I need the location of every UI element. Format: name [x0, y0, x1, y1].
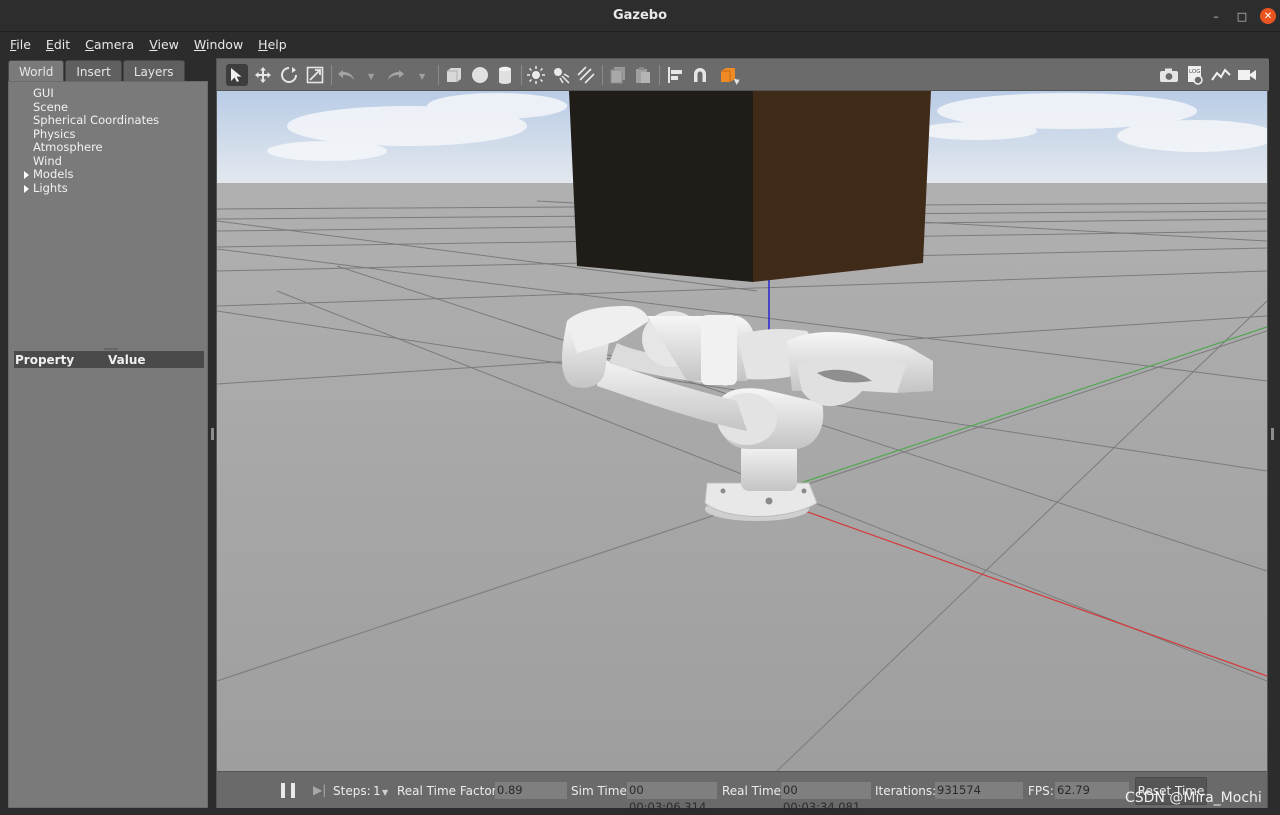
- left-tabs: World Insert Layers: [8, 60, 186, 82]
- plot-icon[interactable]: [1210, 64, 1232, 86]
- left-splitter-handle[interactable]: [211, 428, 214, 440]
- iterations-label: Iterations:: [875, 784, 937, 798]
- menu-camera[interactable]: Camera: [85, 37, 134, 52]
- sim-time-label: Sim Time:: [571, 784, 631, 798]
- 3d-viewport[interactable]: [217, 91, 1267, 771]
- fps-value: 62.79: [1055, 782, 1129, 799]
- box-icon[interactable]: [443, 64, 465, 86]
- pause-button[interactable]: [281, 783, 295, 798]
- select-arrow-icon[interactable]: [226, 64, 248, 86]
- steps-label: Steps:: [333, 784, 371, 798]
- tab-layers[interactable]: Layers: [122, 60, 185, 82]
- screenshot-icon[interactable]: [1158, 64, 1180, 86]
- redo-history-dropdown[interactable]: ▼: [419, 72, 425, 81]
- window-title: Gazebo: [612, 8, 668, 23]
- real-time-factor-label: Real Time Factor:: [397, 784, 501, 798]
- tab-world[interactable]: World: [8, 60, 65, 82]
- tree-item-models[interactable]: Models: [14, 167, 159, 182]
- steps-dropdown-icon[interactable]: ▼: [382, 788, 388, 797]
- simulation-status-bar: ▶| Steps: 1 ▼ Real Time Factor: 0.89 Sim…: [217, 771, 1267, 814]
- world-tree: GUI Scene Spherical Coordinates Physics …: [14, 86, 159, 196]
- left-panel: World Insert Layers GUI Scene Spherical …: [8, 58, 214, 808]
- toolbar: ▼ ▼ ▼ LOG: [217, 59, 1269, 91]
- svg-text:LOG: LOG: [1189, 69, 1200, 75]
- render-view: ▼ ▼ ▼ LOG ▶| Steps: 1 ▼ Real Time Factor…: [216, 58, 1269, 814]
- tree-item-physics[interactable]: Physics: [14, 127, 159, 142]
- box-model[interactable]: [569, 91, 931, 282]
- maximize-button[interactable]: □: [1234, 8, 1250, 24]
- watermark: CSDN @Mira_Mochi: [1125, 790, 1262, 806]
- redo-icon[interactable]: [385, 64, 407, 86]
- point-light-icon[interactable]: [525, 64, 547, 86]
- steps-value[interactable]: 1: [373, 784, 381, 798]
- toolbar-separator: [521, 65, 522, 85]
- fps-label: FPS:: [1028, 784, 1054, 798]
- video-icon[interactable]: [1236, 64, 1258, 86]
- menu-window[interactable]: Window: [194, 37, 243, 52]
- scene-render[interactable]: [217, 91, 1267, 771]
- right-splitter-handle[interactable]: [1271, 428, 1274, 440]
- undo-icon[interactable]: [335, 64, 357, 86]
- tab-insert[interactable]: Insert: [65, 60, 122, 82]
- tree-item-gui[interactable]: GUI: [14, 86, 159, 101]
- splitter-handle[interactable]: [104, 348, 118, 350]
- menu-help[interactable]: Help: [258, 37, 287, 52]
- title-bar: Gazebo – □ ✕: [0, 0, 1280, 32]
- sim-time-value: 00 00:03:06.314: [627, 782, 717, 814]
- tree-item-lights-label: Lights: [33, 180, 68, 195]
- sphere-icon[interactable]: [469, 64, 491, 86]
- real-time-label: Real Time:: [722, 784, 786, 798]
- toolbar-separator: [438, 65, 439, 85]
- tree-item-atmosphere[interactable]: Atmosphere: [14, 140, 159, 155]
- minimize-button[interactable]: –: [1208, 8, 1224, 24]
- property-table-header: Property Value: [14, 351, 204, 368]
- tree-item-lights[interactable]: Lights: [14, 180, 159, 196]
- tree-item-models-label: Models: [33, 167, 74, 181]
- directional-light-icon[interactable]: [575, 64, 597, 86]
- value-column-header[interactable]: Value: [108, 353, 146, 367]
- expand-arrow-icon[interactable]: [24, 184, 29, 193]
- log-icon[interactable]: LOG: [1184, 64, 1206, 86]
- cylinder-icon[interactable]: [494, 64, 516, 86]
- real-time-value: 00 00:03:34.081: [781, 782, 871, 814]
- paste-icon[interactable]: [632, 64, 654, 86]
- expand-arrow-icon[interactable]: [24, 171, 29, 179]
- undo-history-dropdown[interactable]: ▼: [368, 72, 374, 81]
- tree-item-scene[interactable]: Scene: [14, 100, 159, 115]
- toolbar-separator: [602, 65, 603, 85]
- toolbar-separator: [331, 65, 332, 85]
- scale-icon[interactable]: [304, 64, 326, 86]
- copy-icon[interactable]: [607, 64, 629, 86]
- rotate-icon[interactable]: [278, 64, 300, 86]
- menu-edit[interactable]: Edit: [46, 37, 70, 52]
- spot-light-icon[interactable]: [550, 64, 572, 86]
- menu-view[interactable]: View: [149, 37, 179, 52]
- change-view-icon[interactable]: ▼: [719, 64, 741, 86]
- tree-item-spherical-coordinates[interactable]: Spherical Coordinates: [14, 113, 159, 128]
- real-time-factor-value: 0.89: [495, 782, 567, 799]
- magnet-snap-icon[interactable]: [689, 64, 711, 86]
- translate-icon[interactable]: [252, 64, 274, 86]
- world-panel: GUI Scene Spherical Coordinates Physics …: [8, 81, 208, 808]
- toolbar-separator: [659, 65, 660, 85]
- align-icon[interactable]: [664, 64, 686, 86]
- menu-bar: File Edit Camera View Window Help: [0, 32, 1280, 56]
- menu-file[interactable]: File: [10, 37, 31, 52]
- step-button[interactable]: ▶|: [313, 783, 327, 798]
- tree-item-wind[interactable]: Wind: [14, 154, 159, 169]
- svg-text:▼: ▼: [734, 78, 740, 85]
- iterations-value: 931574: [935, 782, 1023, 799]
- property-column-header[interactable]: Property: [14, 353, 108, 367]
- close-button[interactable]: ✕: [1260, 8, 1276, 24]
